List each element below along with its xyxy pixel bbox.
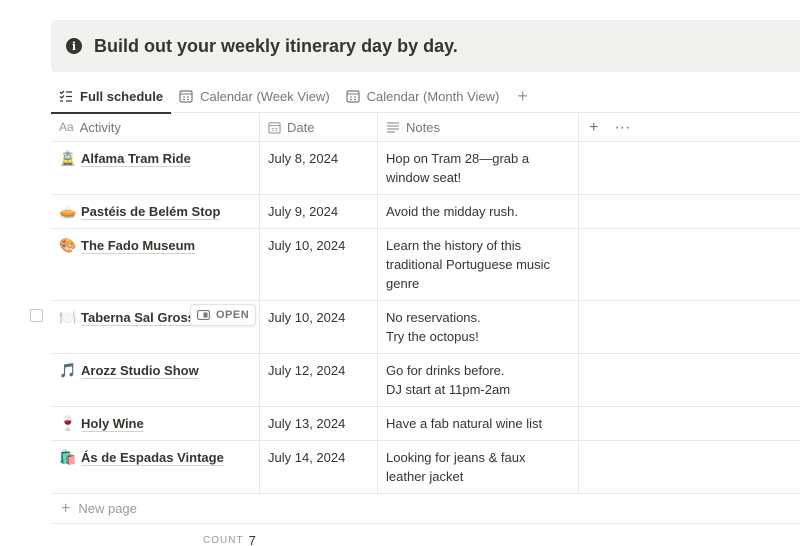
row-select-checkbox[interactable] <box>30 309 43 322</box>
header-notes[interactable]: Notes <box>378 113 579 141</box>
calendar-icon <box>346 89 360 103</box>
add-view-button[interactable]: + <box>507 86 538 107</box>
text-lines-icon <box>386 121 400 133</box>
database-table: Aa Activity Date Notes + ··· 🚊 Alfama Tra… <box>30 113 800 546</box>
notes-cell[interactable]: Looking for jeans & faux leather jacket <box>378 441 579 493</box>
empty-cell[interactable] <box>579 195 800 228</box>
count-value: 7 <box>248 533 256 546</box>
notes-cell[interactable]: No reservations. Try the octopus! <box>378 301 579 353</box>
activity-title[interactable]: Alfama Tram Ride <box>81 149 191 168</box>
page-emoji-icon: 🎵 <box>59 362 77 378</box>
page-emoji-icon: 🚊 <box>59 150 77 166</box>
activity-title[interactable]: The Fado Museum <box>81 236 195 255</box>
notes-line: Try the octopus! <box>386 329 479 344</box>
page-emoji-icon: 🎨 <box>59 237 77 253</box>
tab-full-schedule[interactable]: Full schedule <box>51 80 172 114</box>
tab-label: Calendar (Month View) <box>366 88 500 104</box>
empty-cell[interactable] <box>579 301 800 353</box>
date-cell[interactable]: July 13, 2024 <box>260 407 378 440</box>
view-tabs: Full schedule Calendar (Week View) Calen… <box>51 80 800 114</box>
notes-line: leather jacket <box>386 469 464 484</box>
table-row[interactable]: 🍽️ Taberna Sal Grosso OPEN July 10, 2024 No … <box>30 301 800 354</box>
notes-cell[interactable]: Go for drinks before. DJ start at 11pm-2a… <box>378 354 579 406</box>
notes-cell[interactable]: Learn the history of this traditional Por… <box>378 229 579 300</box>
notes-line: window seat! <box>386 170 462 185</box>
tab-calendar-week[interactable]: Calendar (Week View) <box>171 80 338 113</box>
calendar-icon <box>268 121 281 134</box>
activity-title[interactable]: Ás de Espadas Vintage <box>81 448 224 467</box>
activity-title[interactable]: Taberna Sal Grosso <box>81 308 191 327</box>
page-emoji-icon: 🛍️ <box>59 449 77 465</box>
activity-cell[interactable]: 🍷 Holy Wine <box>51 407 260 440</box>
empty-cell[interactable] <box>579 407 800 440</box>
count-footer[interactable]: COUNT 7 <box>51 524 800 546</box>
callout-text: Build out your weekly itinerary day by d… <box>94 35 458 56</box>
notes-cell[interactable]: Avoid the midday rush. <box>378 195 579 228</box>
notes-line: Hop on Tram 28—grab a <box>386 151 530 166</box>
table-row[interactable]: 🚊 Alfama Tram Ride July 8, 2024 Hop on Tram… <box>51 142 800 195</box>
empty-cell[interactable] <box>579 441 800 493</box>
checklist-icon <box>59 89 73 103</box>
header-date[interactable]: Date <box>260 113 378 141</box>
calendar-icon <box>179 89 193 103</box>
notes-cell[interactable]: Hop on Tram 28—grab a window seat! <box>378 142 579 194</box>
tab-label: Full schedule <box>80 88 164 104</box>
info-icon: i <box>66 38 82 54</box>
date-cell[interactable]: July 12, 2024 <box>260 354 378 406</box>
plus-icon: + <box>61 499 71 517</box>
activity-cell[interactable]: 🛍️ Ás de Espadas Vintage <box>51 441 260 493</box>
table-header: Aa Activity Date Notes + ··· <box>51 113 800 142</box>
empty-cell[interactable] <box>579 354 800 406</box>
count-label: COUNT <box>203 535 244 546</box>
activity-title[interactable]: Arozz Studio Show <box>81 361 199 380</box>
date-cell[interactable]: July 8, 2024 <box>260 142 378 194</box>
notes-line: Looking for jeans & faux <box>386 450 526 465</box>
table-row[interactable]: 🍷 Holy Wine July 13, 2024 Have a fab natura… <box>51 407 800 441</box>
tab-label: Calendar (Week View) <box>200 88 330 104</box>
add-property-button[interactable]: + <box>589 118 598 137</box>
notes-line: Have a fab natural wine list <box>386 416 543 431</box>
notes-line: genre <box>386 276 420 291</box>
header-actions: + ··· <box>579 113 800 141</box>
empty-cell[interactable] <box>579 142 800 194</box>
notes-line: DJ start at 11pm-2am <box>386 382 511 397</box>
date-cell[interactable]: July 9, 2024 <box>260 195 378 228</box>
notes-line: No reservations. <box>386 310 481 325</box>
page-emoji-icon: 🥧 <box>59 203 77 219</box>
table-row[interactable]: 🛍️ Ás de Espadas Vintage July 14, 2024 Look… <box>51 441 800 494</box>
notes-cell[interactable]: Have a fab natural wine list <box>378 407 579 440</box>
table-row[interactable]: 🎵 Arozz Studio Show July 12, 2024 Go for dr… <box>51 354 800 407</box>
open-label: OPEN <box>216 308 250 321</box>
activity-title[interactable]: Pastéis de Belém Stop <box>81 202 220 221</box>
table-row[interactable]: 🥧 Pastéis de Belém Stop July 9, 2024 Avoid … <box>51 195 800 229</box>
date-cell[interactable]: July 10, 2024 <box>260 229 378 300</box>
activity-cell[interactable]: 🎵 Arozz Studio Show <box>51 354 260 406</box>
activity-cell[interactable]: 🎨 The Fado Museum <box>51 229 260 300</box>
page-emoji-icon: 🍷 <box>59 415 77 431</box>
notes-line: Avoid the midday rush. <box>386 204 518 219</box>
activity-cell[interactable]: 🚊 Alfama Tram Ride <box>51 142 260 194</box>
tab-calendar-month[interactable]: Calendar (Month View) <box>338 80 508 113</box>
activity-cell[interactable]: 🍽️ Taberna Sal Grosso OPEN <box>51 301 260 353</box>
more-options-icon[interactable]: ··· <box>614 118 630 137</box>
activity-cell[interactable]: 🥧 Pastéis de Belém Stop <box>51 195 260 228</box>
page-emoji-icon: 🍽️ <box>59 309 77 325</box>
empty-cell[interactable] <box>579 229 800 300</box>
text-property-icon: Aa <box>59 119 74 134</box>
notes-line: traditional Portuguese music <box>386 257 551 272</box>
side-peek-icon <box>197 310 210 320</box>
new-page-button[interactable]: + New page <box>51 494 800 524</box>
activity-title[interactable]: Holy Wine <box>81 414 144 433</box>
date-cell[interactable]: July 14, 2024 <box>260 441 378 493</box>
notes-line: Learn the history of this <box>386 238 522 253</box>
table-row[interactable]: 🎨 The Fado Museum July 10, 2024 Learn the h… <box>51 229 800 301</box>
date-cell[interactable]: July 10, 2024 <box>260 301 378 353</box>
callout: i Build out your weekly itinerary day by… <box>51 20 800 72</box>
header-activity[interactable]: Aa Activity <box>51 113 260 141</box>
notes-line: Go for drinks before. <box>386 363 505 378</box>
open-page-button[interactable]: OPEN <box>190 304 257 326</box>
